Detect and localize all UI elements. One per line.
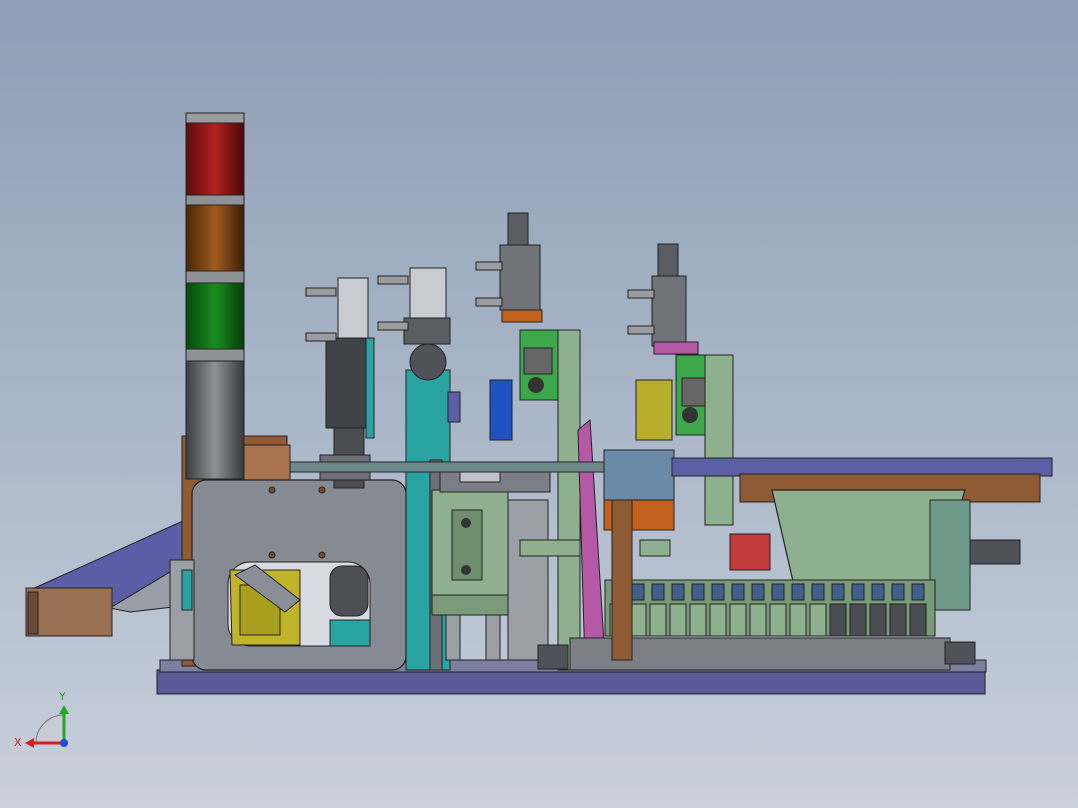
cavity-cup (771, 583, 785, 601)
cavity-block (849, 603, 867, 637)
cavity-cup (691, 583, 705, 601)
cavity-cup (851, 583, 865, 601)
pneumatic-cylinder-1[interactable] (305, 277, 375, 489)
servo-motor-1[interactable] (475, 212, 563, 441)
cavity-cup (711, 583, 725, 601)
cavity-cup (671, 583, 685, 601)
stack-light-green (185, 282, 245, 350)
cavity-cup (871, 583, 885, 601)
base-plate[interactable] (156, 669, 986, 695)
center-die-set[interactable] (431, 461, 551, 661)
top-rail[interactable] (671, 457, 1053, 477)
cad-viewport[interactable]: X Y (0, 0, 1078, 808)
cavity-block (729, 603, 747, 637)
cavity-block (689, 603, 707, 637)
cavity-cup (791, 583, 805, 601)
main-frame-housing[interactable] (169, 479, 407, 671)
cavity-block (789, 603, 807, 637)
cavity-block (749, 603, 767, 637)
cavity-block (669, 603, 687, 637)
cavity-cup (891, 583, 905, 601)
cavity-block (809, 603, 827, 637)
cavity-cup (651, 583, 665, 601)
stack-light-red (185, 122, 245, 196)
y-axis-label: Y (58, 690, 66, 703)
cavity-cup (751, 583, 765, 601)
cavity-block (909, 603, 927, 637)
cavity-block (829, 603, 847, 637)
cavity-cup (731, 583, 745, 601)
support-plate[interactable] (557, 329, 581, 671)
servo-motor-2[interactable] (603, 243, 734, 531)
cavity-block (709, 603, 727, 637)
cavity-block (889, 603, 907, 637)
cavity-cup (831, 583, 845, 601)
assembly-model[interactable]: X Y (0, 0, 1078, 808)
cavity-cup (811, 583, 825, 601)
x-axis-label: X (14, 736, 22, 749)
cavity-block (649, 603, 667, 637)
stack-light-pole (185, 360, 245, 480)
cavity-cup (911, 583, 925, 601)
cavity-cup (631, 583, 645, 601)
stack-light-tower[interactable] (185, 112, 245, 480)
cavity-block (769, 603, 787, 637)
cavity-block (869, 603, 887, 637)
stack-light-amber (185, 204, 245, 272)
output-chute[interactable] (25, 519, 191, 637)
axis-triad: X Y (14, 690, 69, 749)
